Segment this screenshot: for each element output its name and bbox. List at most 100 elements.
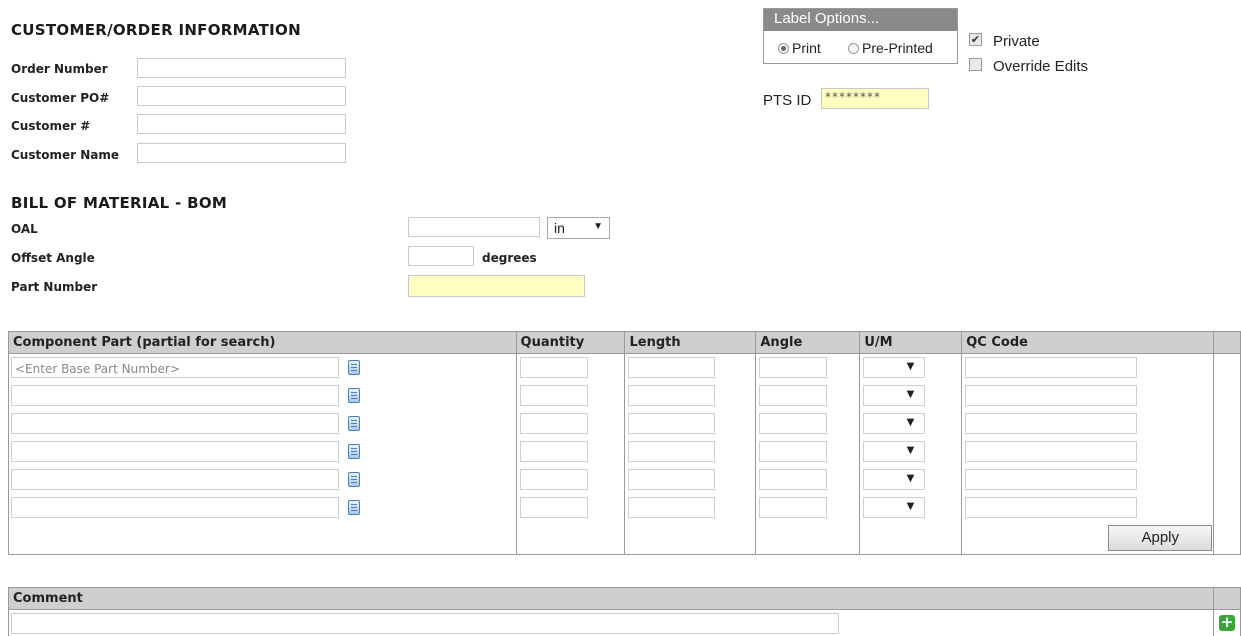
qc-code-input[interactable] [965, 497, 1137, 518]
document-search-icon[interactable] [348, 388, 360, 403]
footer-cell [516, 522, 625, 555]
table-row: <Enter Base Part Number> ▼ [9, 354, 1241, 383]
qc-code-input[interactable] [965, 385, 1137, 406]
chevron-down-icon: ▼ [907, 417, 915, 428]
quantity-input[interactable] [520, 497, 588, 518]
table-row: ▼ [9, 466, 1241, 494]
print-radio-label[interactable]: Print [792, 40, 821, 56]
qc-code-input[interactable] [965, 441, 1137, 462]
length-input[interactable] [628, 497, 715, 518]
um-select[interactable]: ▼ [863, 469, 925, 490]
length-cell [625, 438, 756, 466]
label-options-title: Label Options... [764, 9, 957, 31]
length-cell [625, 410, 756, 438]
spacer-cell [1213, 382, 1240, 410]
document-search-icon[interactable] [348, 444, 360, 459]
part-number-input[interactable] [408, 275, 585, 297]
um-select[interactable]: ▼ [863, 357, 925, 378]
quantity-cell [516, 354, 625, 383]
pts-id-input[interactable]: ******** [821, 88, 929, 109]
qc-code-input[interactable] [965, 413, 1137, 434]
customer-number-label: Customer # [11, 119, 90, 133]
spacer-cell [1213, 354, 1240, 383]
header-component-part: Component Part (partial for search) [9, 332, 517, 354]
component-part-input[interactable] [11, 413, 339, 434]
component-part-input[interactable] [11, 469, 339, 490]
qc-code-input[interactable] [965, 357, 1137, 378]
um-select[interactable]: ▼ [863, 497, 925, 518]
component-cell [9, 466, 517, 494]
component-cell [9, 494, 517, 522]
quantity-cell [516, 466, 625, 494]
component-part-input[interactable] [11, 497, 339, 518]
length-input[interactable] [628, 385, 715, 406]
quantity-input[interactable] [520, 441, 588, 462]
length-input[interactable] [628, 441, 715, 462]
um-cell: ▼ [860, 494, 962, 522]
part-number-label: Part Number [11, 280, 97, 294]
header-angle: Angle [756, 332, 860, 354]
apply-button[interactable]: Apply [1108, 525, 1212, 551]
angle-input[interactable] [759, 357, 827, 378]
private-checkbox[interactable]: ✔ [969, 33, 982, 46]
document-search-icon[interactable] [348, 416, 360, 431]
preprinted-radio[interactable] [848, 43, 859, 54]
length-input[interactable] [628, 357, 715, 378]
customer-number-input[interactable] [137, 114, 346, 134]
um-select[interactable]: ▼ [863, 441, 925, 462]
chevron-down-icon: ▼ [593, 221, 603, 232]
component-part-input[interactable]: <Enter Base Part Number> [11, 357, 339, 378]
order-number-input[interactable] [137, 58, 346, 78]
pts-id-value: ******** [825, 90, 881, 104]
length-cell [625, 382, 756, 410]
quantity-cell [516, 410, 625, 438]
um-cell: ▼ [860, 466, 962, 494]
component-part-input[interactable] [11, 441, 339, 462]
angle-cell [756, 438, 860, 466]
quantity-input[interactable] [520, 469, 588, 490]
angle-input[interactable] [759, 413, 827, 434]
angle-input[interactable] [759, 385, 827, 406]
spacer-cell [1213, 410, 1240, 438]
spacer-cell [1213, 466, 1240, 494]
bom-section-title: BILL OF MATERIAL - BOM [11, 194, 227, 212]
um-cell: ▼ [860, 438, 962, 466]
angle-input[interactable] [759, 469, 827, 490]
um-cell: ▼ [860, 354, 962, 383]
quantity-input[interactable] [520, 385, 588, 406]
header-comment: Comment [9, 588, 1214, 610]
spacer-cell [1213, 438, 1240, 466]
angle-input[interactable] [759, 497, 827, 518]
oal-input[interactable] [408, 217, 540, 237]
qc-code-cell [962, 466, 1214, 494]
header-comment-spacer [1214, 588, 1241, 610]
customer-name-input[interactable] [137, 143, 346, 163]
document-search-icon[interactable] [348, 360, 360, 375]
qc-code-input[interactable] [965, 469, 1137, 490]
chevron-down-icon: ▼ [907, 501, 915, 512]
preprinted-radio-label[interactable]: Pre-Printed [862, 40, 933, 56]
length-input[interactable] [628, 413, 715, 434]
length-input[interactable] [628, 469, 715, 490]
customer-po-input[interactable] [137, 86, 346, 106]
spacer-cell [1213, 494, 1240, 522]
length-cell [625, 354, 756, 383]
oal-unit-select[interactable]: in ▼ [547, 217, 610, 239]
quantity-input[interactable] [520, 413, 588, 434]
override-edits-label: Override Edits [993, 58, 1088, 75]
comment-input[interactable] [11, 613, 839, 634]
quantity-input[interactable] [520, 357, 588, 378]
um-select[interactable]: ▼ [863, 385, 925, 406]
component-cell: <Enter Base Part Number> [9, 354, 517, 383]
angle-cell [756, 410, 860, 438]
angle-input[interactable] [759, 441, 827, 462]
document-search-icon[interactable] [348, 500, 360, 515]
angle-cell [756, 494, 860, 522]
component-part-input[interactable] [11, 385, 339, 406]
plus-icon[interactable]: + [1219, 615, 1235, 631]
print-radio[interactable] [778, 43, 789, 54]
offset-angle-input[interactable] [408, 246, 474, 266]
document-search-icon[interactable] [348, 472, 360, 487]
um-select[interactable]: ▼ [863, 413, 925, 434]
override-edits-checkbox[interactable] [969, 58, 982, 71]
